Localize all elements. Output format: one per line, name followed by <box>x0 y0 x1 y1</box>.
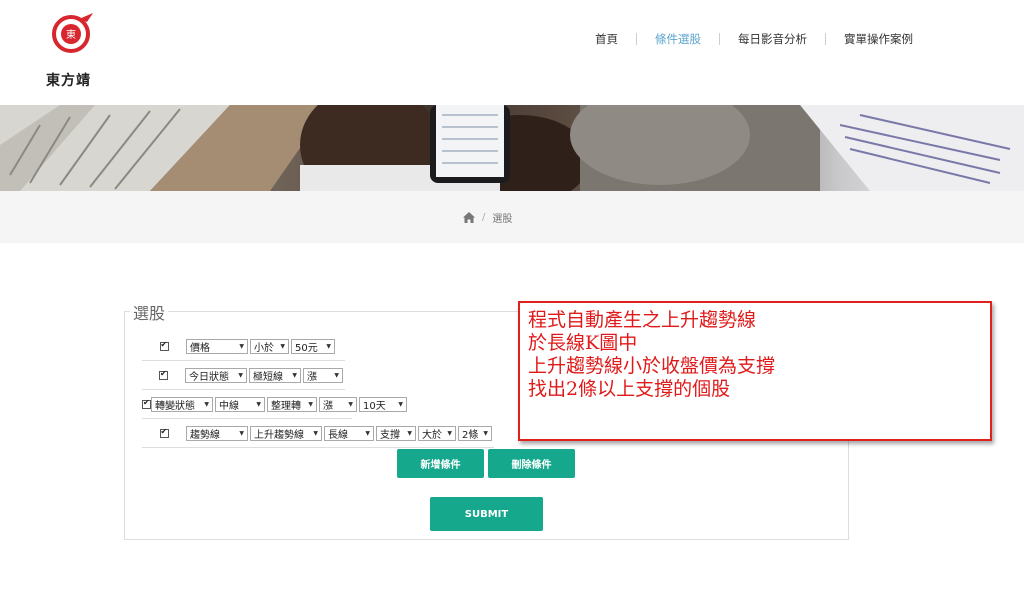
condition-select[interactable]: 中線 ▼ <box>215 396 265 412</box>
main-nav: 首頁 條件選股 每日影音分析 實單操作案例 <box>577 31 931 47</box>
condition-select[interactable]: 極短線 ▼ <box>249 367 301 383</box>
dropdown-arrow-icon: ▼ <box>483 429 488 437</box>
condition-row: 轉變狀態▼ 中線▼ 整理轉▼ 漲▼ 10天▼ <box>142 390 407 419</box>
condition-checkbox[interactable] <box>142 398 151 409</box>
condition-select[interactable]: 長線 ▼ <box>324 425 374 441</box>
condition-row: 今日狀態▼ 極短線▼ 漲▼ <box>142 361 345 390</box>
submit-button[interactable]: SUBMIT <box>430 497 543 531</box>
condition-select[interactable]: 價格 ▼ <box>186 338 248 354</box>
condition-row: 趨勢線▼ 上升趨勢線▼ 長線▼ 支撐▼ 大於▼ 2條▼ <box>142 419 494 448</box>
condition-select[interactable]: 上升趨勢線 ▼ <box>250 425 322 441</box>
dropdown-arrow-icon: ▼ <box>239 342 244 350</box>
brand-name: 東方靖 <box>46 73 91 89</box>
annotation-line: 程式自動產生之上升趨勢線 <box>528 309 757 331</box>
condition-select[interactable]: 50元 ▼ <box>291 338 335 354</box>
annotation-line: 找出2條以上支撐的個股 <box>528 378 731 400</box>
condition-select[interactable]: 整理轉 ▼ <box>267 396 317 412</box>
nav-daily-video[interactable]: 每日影音分析 <box>720 31 825 47</box>
dropdown-arrow-icon: ▼ <box>256 400 261 408</box>
nav-home[interactable]: 首頁 <box>577 31 636 47</box>
dropdown-arrow-icon: ▼ <box>238 371 243 379</box>
dropdown-arrow-icon: ▼ <box>239 429 244 437</box>
add-condition-button[interactable]: 新增條件 <box>397 449 484 478</box>
dropdown-arrow-icon: ▼ <box>348 400 353 408</box>
hero-banner <box>0 105 1024 191</box>
condition-select[interactable]: 趨勢線 ▼ <box>186 425 248 441</box>
condition-select[interactable]: 小於 ▼ <box>250 338 289 354</box>
condition-select[interactable]: 今日狀態 ▼ <box>185 367 247 383</box>
home-icon[interactable] <box>463 212 475 223</box>
site-header: 東 東方靖 首頁 條件選股 每日影音分析 實單操作案例 <box>0 0 1024 105</box>
logo[interactable]: 東 東方靖 <box>46 10 102 89</box>
remove-condition-button[interactable]: 刪除條件 <box>488 449 575 478</box>
condition-checkbox[interactable] <box>159 369 168 380</box>
dropdown-arrow-icon: ▼ <box>398 400 403 408</box>
condition-select[interactable]: 漲 ▼ <box>303 367 343 383</box>
annotation-callout: 程式自動產生之上升趨勢線 於長線K圖中 上升趨勢線小於收盤價為支撐 找出2條以上… <box>518 301 992 441</box>
dropdown-arrow-icon: ▼ <box>447 429 452 437</box>
condition-checkbox[interactable] <box>159 340 169 351</box>
dropdown-arrow-icon: ▼ <box>313 429 318 437</box>
dropdown-arrow-icon: ▼ <box>365 429 370 437</box>
dropdown-arrow-icon: ▼ <box>280 342 285 350</box>
condition-checkbox[interactable] <box>159 427 169 438</box>
condition-select[interactable]: 支撐 ▼ <box>376 425 416 441</box>
nav-stock-screener[interactable]: 條件選股 <box>637 31 719 47</box>
dropdown-arrow-icon: ▼ <box>326 342 331 350</box>
nav-trade-cases[interactable]: 實單操作案例 <box>826 31 931 47</box>
breadcrumb-separator: / <box>482 212 486 223</box>
annotation-line: 上升趨勢線小於收盤價為支撐 <box>528 355 776 377</box>
dropdown-arrow-icon: ▼ <box>334 371 339 379</box>
condition-select[interactable]: 漲 ▼ <box>319 396 357 412</box>
logo-glyph: 東 <box>66 28 76 41</box>
dropdown-arrow-icon: ▼ <box>407 429 412 437</box>
dropdown-arrow-icon: ▼ <box>292 371 297 379</box>
annotation-line: 於長線K圖中 <box>528 332 638 354</box>
condition-select[interactable]: 2條 ▼ <box>458 425 492 441</box>
breadcrumb-bar: / 選股 <box>0 191 1024 243</box>
form-legend: 選股 <box>130 300 169 324</box>
dropdown-arrow-icon: ▼ <box>308 400 313 408</box>
condition-select[interactable]: 轉變狀態 ▼ <box>151 396 213 412</box>
condition-row: 價格▼ 小於▼ 50元▼ <box>142 332 345 361</box>
logo-icon: 東 <box>52 13 93 53</box>
dropdown-arrow-icon: ▼ <box>204 400 209 408</box>
breadcrumb-current: 選股 <box>492 214 513 225</box>
banner-image <box>0 105 1024 191</box>
breadcrumb: / 選股 <box>463 210 512 225</box>
condition-select[interactable]: 10天 ▼ <box>359 396 407 412</box>
condition-select[interactable]: 大於 ▼ <box>418 425 456 441</box>
